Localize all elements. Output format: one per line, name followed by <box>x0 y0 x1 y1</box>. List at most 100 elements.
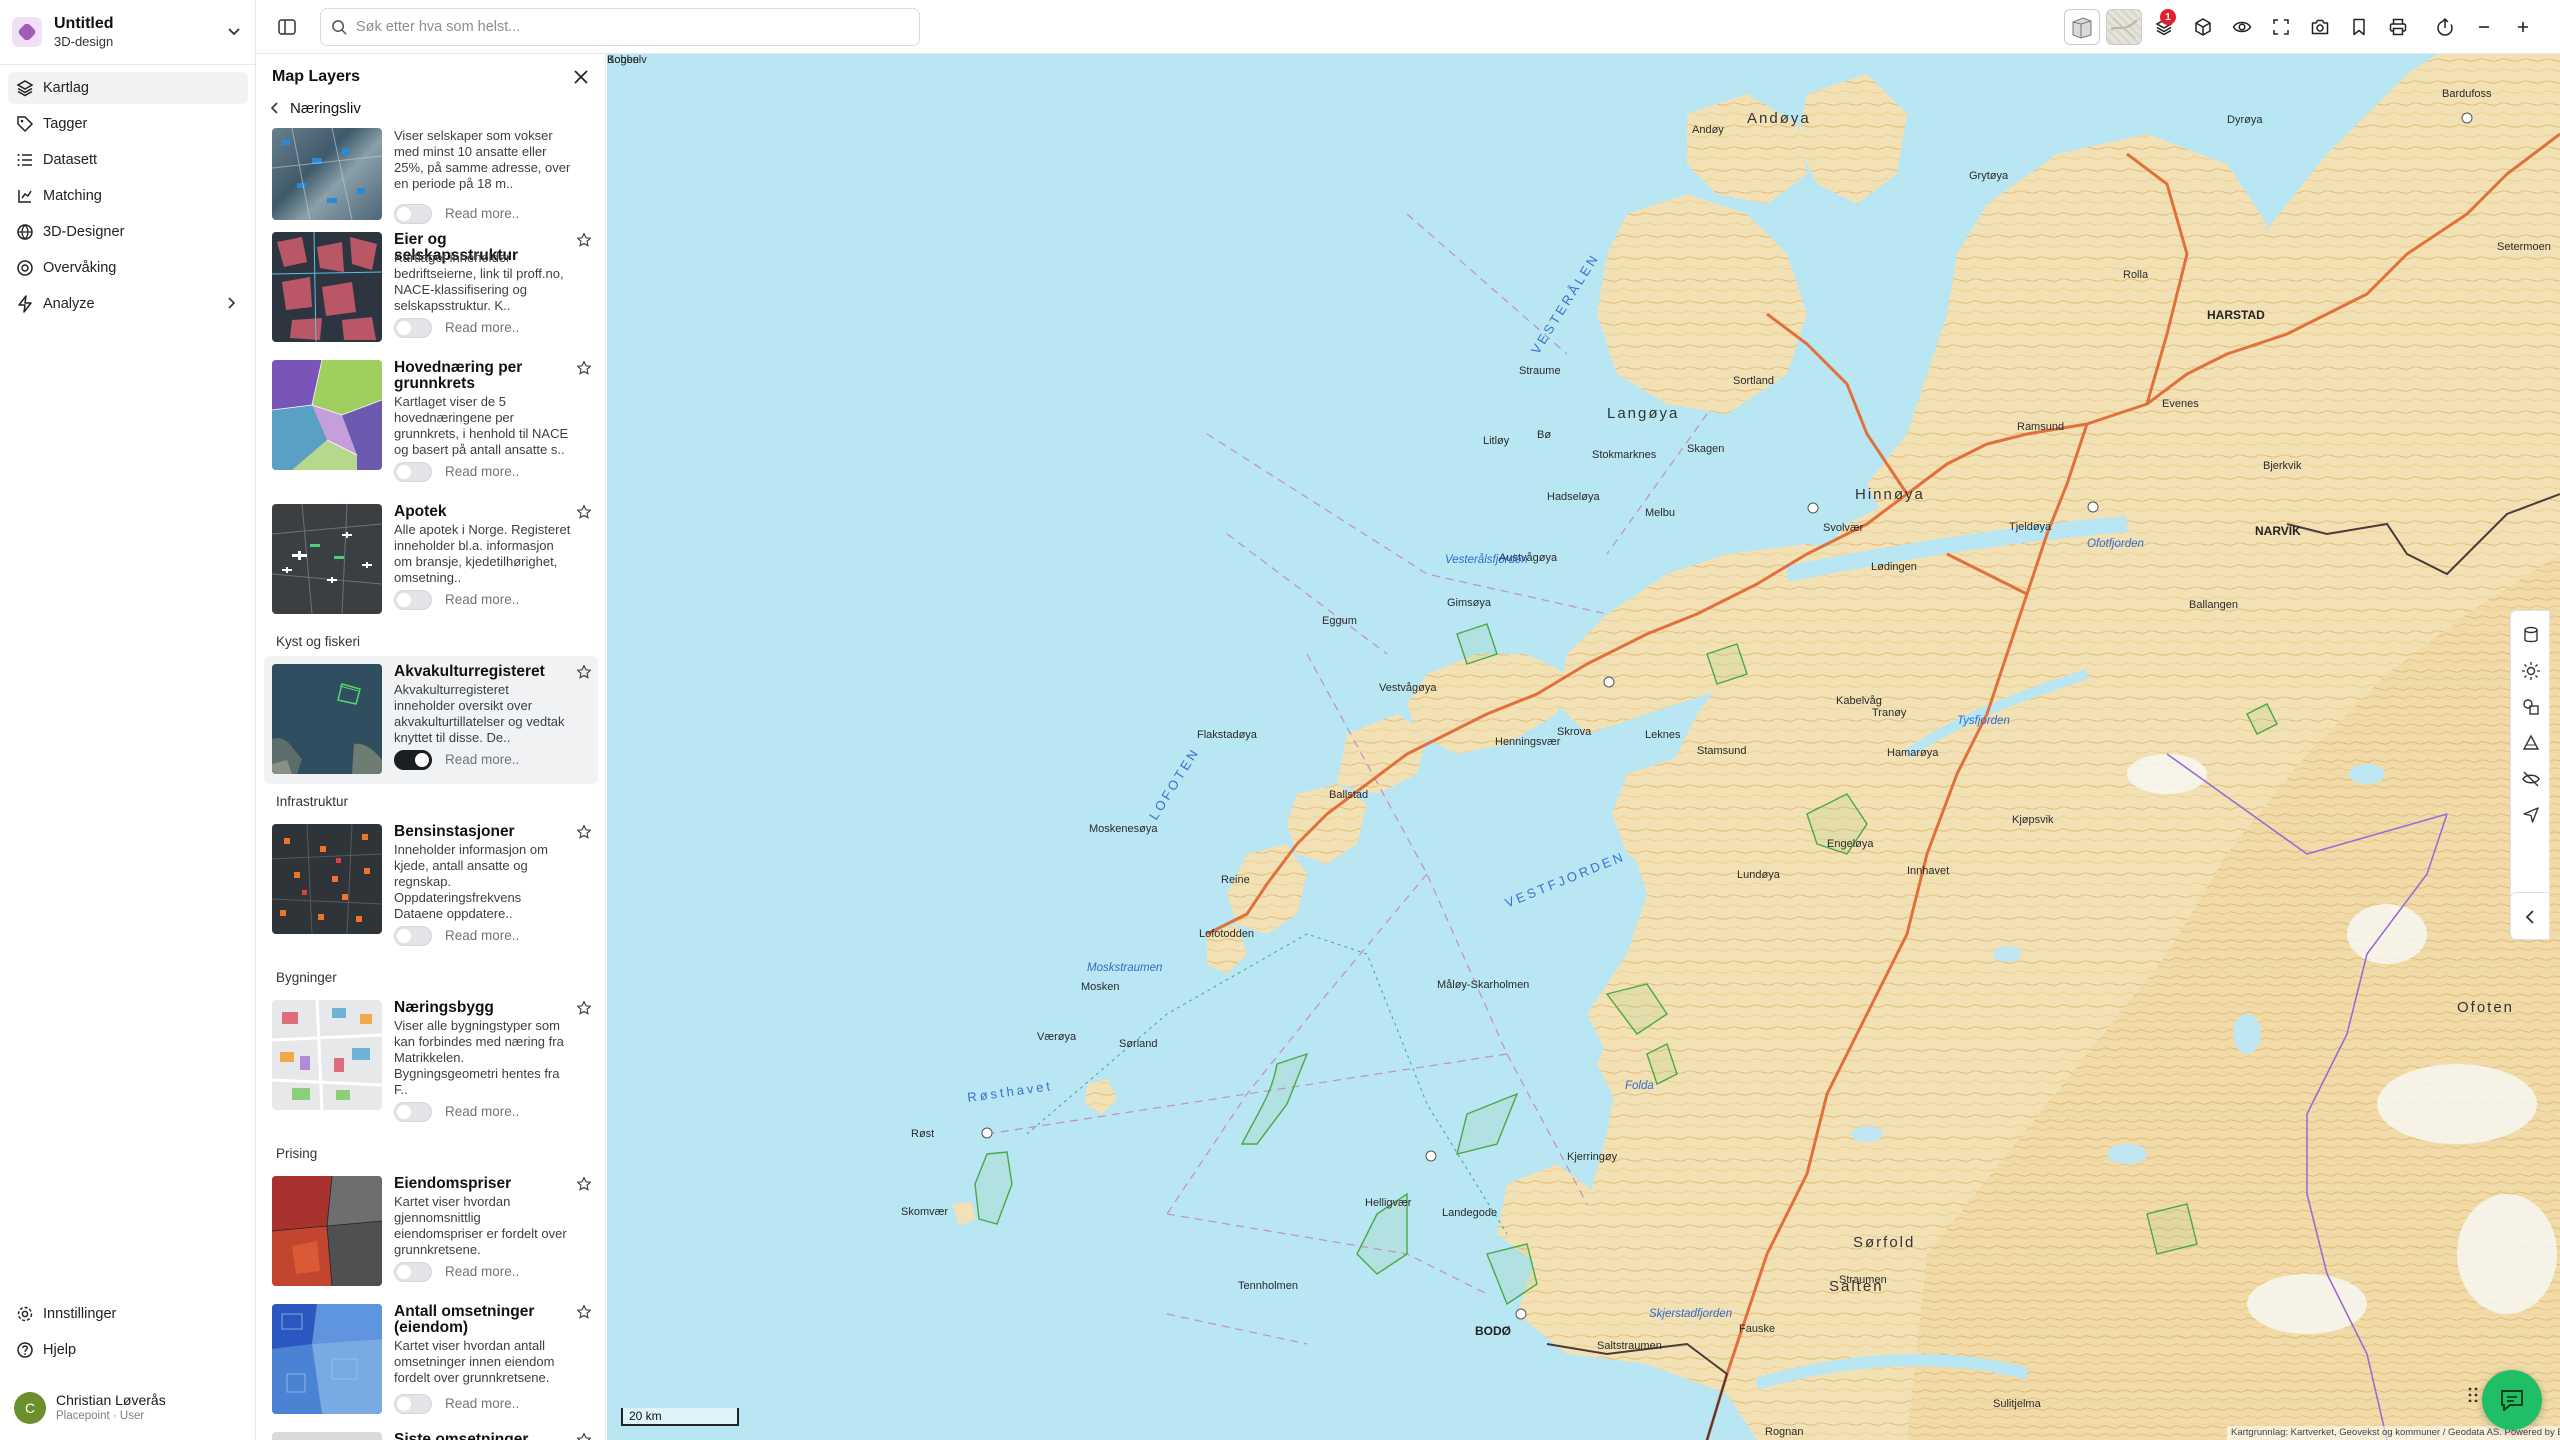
read-more-link[interactable]: Read more.. <box>445 206 519 221</box>
map-region-label: Salten <box>1829 1278 1884 1295</box>
nav-item-settings[interactable]: Innstillinger <box>8 1298 248 1330</box>
nav-item-help[interactable]: Hjelp <box>8 1334 248 1366</box>
map-region-label: Langøya <box>1607 405 1680 422</box>
map-label: Grytøya <box>1969 170 2009 182</box>
close-icon[interactable] <box>570 66 592 88</box>
star-icon[interactable] <box>576 824 592 840</box>
chat-button[interactable] <box>2482 1370 2542 1430</box>
star-icon[interactable] <box>576 232 592 248</box>
nav-item-matching[interactable]: Matching <box>8 180 248 212</box>
star-icon[interactable] <box>576 1304 592 1320</box>
project-switcher[interactable]: Untitled 3D-design <box>12 12 244 52</box>
layer-toggle[interactable] <box>394 590 432 610</box>
toggle-sidebar-button[interactable] <box>274 14 300 40</box>
layer-card[interactable]: Antall omsetninger (eiendom) Kartet vise… <box>264 1296 598 1424</box>
map-label: Leknes <box>1645 729 1681 741</box>
map-label: Flakstadøya <box>1197 729 1257 741</box>
tag-icon <box>17 116 34 133</box>
star-icon[interactable] <box>576 1176 592 1192</box>
layer-toggle[interactable] <box>394 750 432 770</box>
nav-item-overvaking[interactable]: Overvåking <box>8 252 248 284</box>
layer-toggle[interactable] <box>394 1102 432 1122</box>
layer-toggle[interactable] <box>394 462 432 482</box>
visibility-button[interactable] <box>2227 12 2257 42</box>
chevron-left-icon <box>270 102 278 114</box>
help-icon <box>17 1342 33 1358</box>
star-icon[interactable] <box>576 1432 592 1440</box>
zoom-out-button[interactable] <box>2469 12 2499 42</box>
map-label: Eggum <box>1322 615 1357 627</box>
nav-item-datasett[interactable]: Datasett <box>8 144 248 176</box>
star-icon[interactable] <box>576 664 592 680</box>
nav-item-3d-designer[interactable]: 3D-Designer <box>8 216 248 248</box>
map-label: Engeløya <box>1827 838 1874 850</box>
map-label: Helligvær <box>1365 1197 1412 1209</box>
read-more-link[interactable]: Read more.. <box>445 320 519 335</box>
layer-description: Kartet viser hvordan antall omsetninger … <box>394 1338 555 1385</box>
user-profile[interactable]: C Christian Løverås Placepoint · User <box>14 1388 246 1428</box>
star-icon[interactable] <box>576 360 592 376</box>
layer-description: Kartet viser hvordan gjennomsnittlig eie… <box>394 1194 567 1257</box>
layer-card[interactable]: Bensinstasjoner Inneholder informasjon o… <box>264 816 598 960</box>
nav-item-analyze[interactable]: Analyze <box>8 288 248 320</box>
layer-card[interactable]: Eiendomspriser Kartet viser hvordan gjen… <box>264 1168 598 1296</box>
database-icon[interactable] <box>2521 625 2541 645</box>
navigate-icon[interactable] <box>2521 805 2541 825</box>
star-icon[interactable] <box>576 1000 592 1016</box>
bookmark-button[interactable] <box>2344 12 2374 42</box>
search-bar[interactable] <box>320 8 920 46</box>
fullscreen-icon <box>2273 19 2289 35</box>
layer-card-active[interactable]: Akvakulturregisteret Akvakulturregistere… <box>264 656 598 784</box>
map-label: Rognan <box>1765 1426 1804 1438</box>
nav-item-label: Tagger <box>43 116 88 132</box>
map-label: Folda <box>1625 1080 1654 1092</box>
star-icon[interactable] <box>576 504 592 520</box>
read-more-link[interactable]: Read more.. <box>445 464 519 479</box>
map-label: Andøy <box>1692 124 1724 136</box>
list-icon <box>17 154 32 166</box>
nav-item-label: Matching <box>43 188 102 204</box>
read-more-link[interactable]: Read more.. <box>445 592 519 607</box>
layer-toggle[interactable] <box>394 318 432 338</box>
layer-toggle[interactable] <box>394 1394 432 1414</box>
basemap-map-button[interactable] <box>2106 9 2142 45</box>
read-more-link[interactable]: Read more.. <box>445 1396 519 1411</box>
shapes-icon[interactable] <box>2521 697 2541 717</box>
map-label: Evenes <box>2162 398 2199 410</box>
read-more-link[interactable]: Read more.. <box>445 1104 519 1119</box>
read-more-link[interactable]: Read more.. <box>445 928 519 943</box>
search-input[interactable] <box>356 19 896 35</box>
layer-card[interactable]: Siste omsetninger <box>264 1424 598 1440</box>
layers-icon <box>16 80 34 97</box>
layer-card[interactable]: Hovednæring per grunnkrets Kartlaget vis… <box>264 352 598 496</box>
map-label: Landegode <box>1442 1207 1498 1219</box>
read-more-link[interactable]: Read more.. <box>445 1264 519 1279</box>
layer-toggle[interactable] <box>394 1262 432 1282</box>
layer-thumbnail <box>272 1432 382 1440</box>
layer-toggle[interactable] <box>394 204 432 224</box>
collapse-tools-button[interactable] <box>2510 892 2550 940</box>
hide-layer-icon[interactable] <box>2521 769 2541 789</box>
screenshot-button[interactable] <box>2305 12 2335 42</box>
basemap-3d-button[interactable] <box>2064 9 2100 45</box>
nav-item-kartlag[interactable]: Kartlag <box>8 72 248 104</box>
triangle-measure-icon[interactable] <box>2521 733 2541 753</box>
chevron-right-icon <box>228 297 236 309</box>
fullscreen-button[interactable] <box>2266 12 2296 42</box>
zoom-in-button[interactable] <box>2508 12 2538 42</box>
read-more-link[interactable]: Read more.. <box>445 752 519 767</box>
share-button[interactable] <box>2430 12 2460 42</box>
layer-card[interactable]: Eier og selskapsstruktur Kartlaget inneh… <box>264 224 598 352</box>
map-canvas[interactable]: HARSTAD NARVIK BODØ Svolvær Kabelvåg Lek… <box>607 54 2560 1440</box>
nav-item-tagger[interactable]: Tagger <box>8 108 248 140</box>
3d-objects-button[interactable] <box>2188 12 2218 42</box>
layer-card[interactable]: Apotek Alle apotek i Norge. Registeret i… <box>264 496 598 624</box>
layer-toggle[interactable] <box>394 926 432 946</box>
gear-icon <box>17 1306 33 1322</box>
layer-thumbnail <box>272 360 382 470</box>
layer-description: Kartlaget viser de 5 hovednæringene per … <box>394 394 569 457</box>
back-to-category-button[interactable]: Næringsliv <box>268 96 361 120</box>
print-button[interactable] <box>2383 12 2413 42</box>
sun-icon[interactable] <box>2521 661 2541 681</box>
layer-card[interactable]: Næringsbygg Viser alle bygningstyper som… <box>264 992 598 1136</box>
